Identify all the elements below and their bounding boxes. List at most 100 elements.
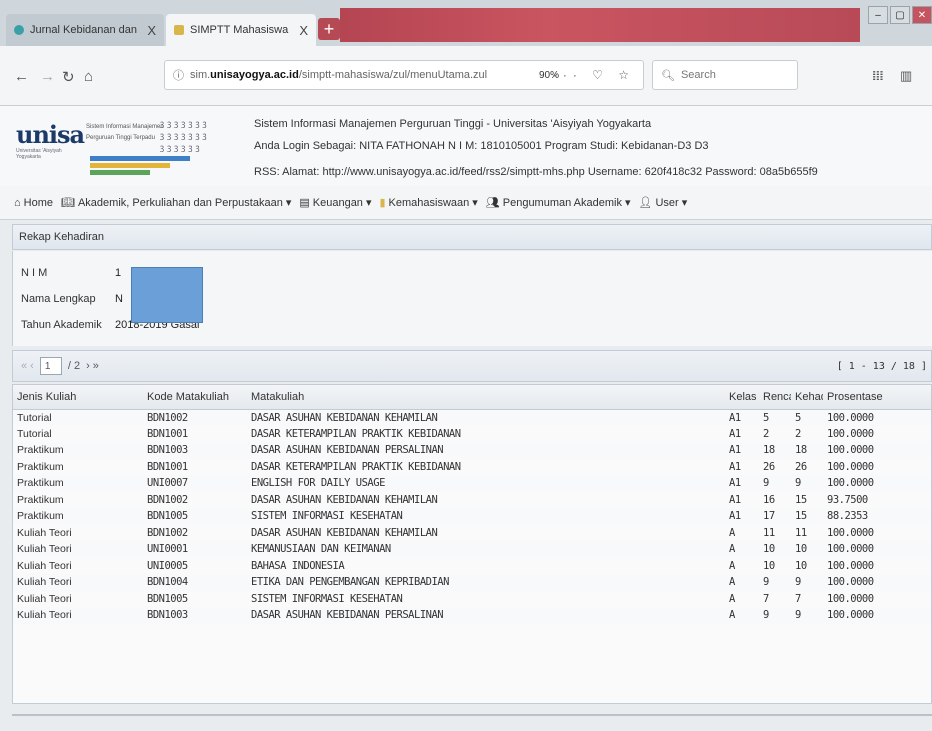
cell-jenis-kuliah: Kuliah Teori (13, 607, 143, 624)
table-row[interactable]: Praktikum BDN1002 DASAR ASUHAN KEBIDANAN K… (13, 492, 931, 509)
cell-kode: BDN1003 (143, 442, 247, 459)
page-total: / 2 (67, 360, 81, 372)
menu-pengumuman[interactable]: 👥︎ Pengumuman Akademik ▾ (486, 196, 631, 210)
col-kode-matakuliah[interactable]: Kode Matakuliah (143, 385, 247, 410)
table-row[interactable]: Praktikum BDN1005 SISTEM INFORMASI KESEHAT… (13, 508, 931, 525)
student-info: N I M 1 Nama Lengkap N Tahun Akademik 20… (12, 251, 932, 346)
table-row[interactable]: Praktikum UNI0007 ENGLISH FOR DAILY USAGE A… (13, 475, 931, 492)
table-row[interactable]: Tutorial BDN1002 DASAR ASUHAN KEBIDANAN KE… (13, 409, 931, 426)
chevron-down-icon: ▾ (681, 197, 688, 209)
cell-kehadiran: 7 (795, 592, 801, 605)
sidebar-icon[interactable]: ▥ (900, 68, 912, 84)
cell-prosentase: 100.0000 (823, 607, 931, 624)
col-matakuliah[interactable]: Matakuliah (247, 385, 725, 410)
cell-kode: BDN1004 (143, 574, 247, 591)
cell-rencana: 17 (759, 508, 791, 525)
next-last-page-icon[interactable]: › » (86, 360, 99, 372)
tab-jurnal[interactable]: Jurnal Kebidanan dan Kepera X (6, 14, 164, 46)
table-row[interactable]: Kuliah Teori BDN1003 DASAR ASUHAN KEBIDANA… (13, 607, 931, 624)
cell-rencana: 9 (759, 607, 791, 624)
divider (12, 714, 932, 716)
table-row[interactable]: Praktikum BDN1001 DASAR KETERAMPILAN PRAKT… (13, 459, 931, 476)
col-prosentase[interactable]: Prosentase (823, 385, 931, 410)
cell-jenis-kuliah: Tutorial (13, 409, 143, 426)
cell-prosentase: 100.0000 (827, 427, 874, 440)
table-row[interactable]: Kuliah Teori BDN1005 SISTEM INFORMASI KESE… (13, 591, 931, 608)
table-row[interactable]: Praktikum BDN1003 DASAR ASUHAN KEBIDANAN P… (13, 442, 931, 459)
table-header-row: Jenis Kuliah Kode Matakuliah Matakuliah … (13, 385, 931, 410)
search-input[interactable]: 🔍︎ Search (652, 60, 798, 90)
cell-kelas: A1 (725, 409, 759, 426)
cell-kelas: A1 (725, 508, 759, 525)
new-tab-button[interactable]: + (318, 18, 340, 40)
cell-rencana: 16 (763, 493, 775, 506)
cell-kehadiran: 10 (795, 559, 807, 572)
cell-prosentase: 100.0000 (823, 541, 931, 558)
book-icon: 📖︎ (61, 197, 75, 209)
library-icon[interactable]: 𝍖 (872, 68, 884, 84)
table-row[interactable]: Kuliah Teori UNI0001 KEMANUSIAAN DAN KEIMA… (13, 541, 931, 558)
url-bar[interactable]: ⓘ sim. unisayogya.ac.id/simptt-mahasiswa/… (164, 60, 644, 90)
user-icon: 👤︎ (638, 197, 653, 209)
chevron-down-icon: ▾ (624, 197, 631, 209)
cell-prosentase: 100.0000 (823, 475, 931, 492)
cell-kode: BDN1005 (147, 592, 188, 605)
cell-matakuliah: DASAR ASUHAN KEBIDANAN KEHAMILAN (251, 526, 438, 539)
globe-icon (14, 25, 24, 35)
cell-kehadiran: 15 (795, 493, 807, 506)
table-row[interactable]: Kuliah Teori BDN1004 ETIKA DAN PENGEMBANGA… (13, 574, 931, 591)
cell-kehadiran: 26 (795, 460, 807, 473)
menu-akademik[interactable]: 📖︎ Akademik, Perkuliahan dan Perpustakaan… (61, 196, 291, 210)
cell-prosentase: 100.0000 (827, 592, 874, 605)
forward-arrow-icon[interactable]: → (40, 68, 55, 85)
cell-rencana: 11 (763, 526, 775, 539)
close-tab-icon[interactable]: X (147, 23, 156, 38)
page-header: unisa Universitas 'Aisyiyah Yogyakarta S… (0, 106, 932, 186)
table-row[interactable]: Kuliah Teori BDN1002 DASAR ASUHAN KEBIDANA… (13, 525, 931, 542)
first-prev-page-icon[interactable]: « ‹ (21, 360, 34, 372)
maximize-icon[interactable]: ▢ (890, 6, 910, 24)
home-icon[interactable]: ⌂ (84, 68, 93, 85)
table-row[interactable]: Kuliah Teori UNI0005 BAHASA INDONESIA A 10 10… (13, 558, 931, 575)
cell-rencana: 5 (759, 409, 791, 426)
page-actions-icons[interactable]: ··· ♡ ☆ (553, 68, 635, 82)
cell-kelas: A1 (729, 427, 741, 440)
menu-keuangan[interactable]: ▤ Keuangan ▾ (299, 196, 371, 210)
cell-prosentase: 88.2353 (823, 508, 931, 525)
tab-simptt[interactable]: SIMPTT Mahasiswa X (166, 14, 316, 46)
col-kehadiran[interactable]: Kehadiran (791, 385, 823, 410)
cell-jenis-kuliah: Praktikum (13, 475, 143, 492)
redaction-box (131, 267, 203, 323)
cell-kode: BDN1001 (147, 427, 188, 440)
cell-prosentase: 100.0000 (823, 442, 931, 459)
cell-jenis-kuliah: Praktikum (13, 508, 143, 525)
close-tab-icon[interactable]: X (299, 23, 308, 38)
cell-jenis-kuliah: Praktikum (13, 442, 143, 459)
menu-user[interactable]: 👤︎ User ▾ (638, 196, 688, 210)
cell-prosentase: 100.0000 (827, 460, 874, 473)
cell-kehadiran: 9 (791, 574, 823, 591)
cell-kelas: A1 (729, 460, 741, 473)
cell-kehadiran: 2 (795, 427, 801, 440)
back-arrow-icon[interactable]: ← (14, 68, 29, 85)
tab-title: Jurnal Kebidanan dan Kepera (30, 24, 141, 36)
col-kelas[interactable]: Kelas (725, 385, 759, 410)
cell-rencana: 9 (759, 475, 791, 492)
cell-matakuliah: BAHASA INDONESIA (251, 559, 345, 572)
page-input[interactable]: 1 (39, 357, 62, 375)
page-title: Sistem Informasi Manajemen Perguruan Tin… (254, 118, 652, 130)
col-rencana[interactable]: Rencana (759, 385, 791, 410)
col-jenis-kuliah[interactable]: Jenis Kuliah (13, 385, 143, 410)
minimize-icon[interactable]: ‒ (868, 6, 888, 24)
reload-icon[interactable]: ↻ (62, 68, 75, 86)
info-icon[interactable]: ⓘ (173, 67, 184, 83)
close-window-icon[interactable]: ✕ (912, 6, 932, 24)
cell-matakuliah: ENGLISH FOR DAILY USAGE (247, 475, 725, 492)
record-range: [ 1 - 13 / 18 ] (836, 360, 927, 372)
menu-kemahasiswaan[interactable]: ▮ Kemahasiswaan ▾ (379, 196, 477, 210)
cell-kelas: A (729, 559, 735, 572)
cell-rencana: 2 (763, 427, 769, 440)
table-row[interactable]: Tutorial BDN1001 DASAR KETERAMPILAN PRAKTI… (13, 426, 931, 443)
menu-home[interactable]: ⌂ Home (14, 197, 53, 209)
cell-matakuliah: DASAR KETERAMPILAN PRAKTIK KEBIDANAN (251, 460, 461, 473)
